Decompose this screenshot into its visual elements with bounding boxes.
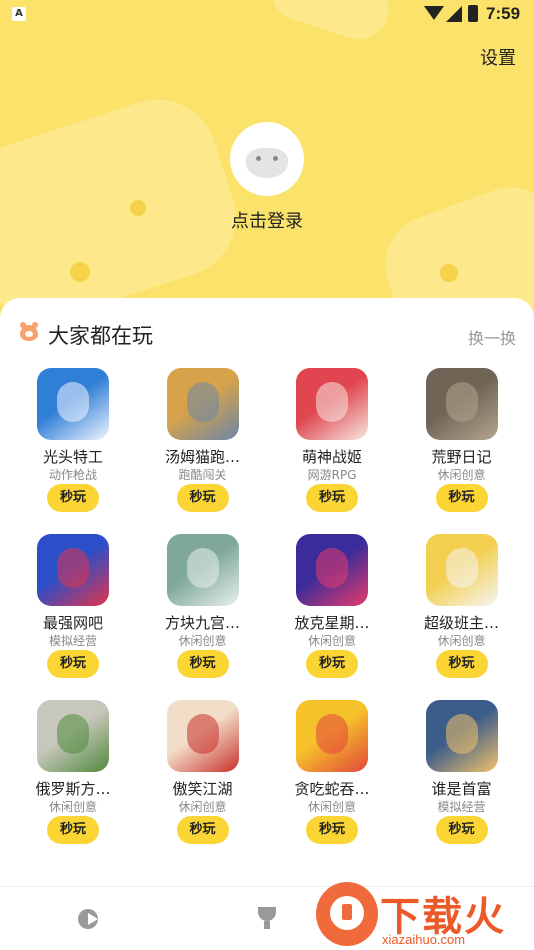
game-category: 休闲创意 (178, 800, 227, 814)
game-name[interactable]: 汤姆猫跑… (138, 446, 268, 467)
app-notification-icon: A (12, 7, 26, 21)
status-time: 7:59 (486, 4, 521, 23)
talking-tom-run-game-icon[interactable] (166, 368, 239, 440)
play-now-button[interactable]: 秒玩 (176, 816, 229, 844)
game-category: 休闲创意 (437, 468, 486, 482)
game-category: 动作枪战 (48, 468, 97, 482)
game-card[interactable]: 超级班主… 休闲创意秒玩 (397, 530, 527, 682)
wifi-icon (424, 6, 444, 20)
game-card[interactable]: 方块九宫… 休闲创意秒玩 (138, 530, 268, 682)
game-name[interactable]: 最强网吧 (8, 612, 138, 633)
richest-man-game-icon[interactable] (425, 700, 498, 772)
game-card[interactable]: 光头特工 动作枪战秒玩 (8, 364, 138, 516)
login-link[interactable]: 点击登录 (0, 207, 534, 233)
game-category: 休闲创意 (178, 634, 227, 648)
game-grid: 光头特工 动作枪战 秒玩 汤姆猫跑… 跑酷闯关 秒玩 萌神战姬 网游RPG 秒玩 荒野日记 休闲创意… (8, 364, 526, 848)
game-name[interactable]: 超级班主… (397, 612, 527, 633)
battery-icon (468, 5, 478, 22)
refresh-button[interactable]: 换一换 (468, 325, 516, 349)
game-category: 网游RPG (307, 468, 357, 482)
play-now-button[interactable]: 秒玩 (47, 650, 99, 678)
friday-funkin-game-icon[interactable] (296, 534, 368, 606)
snake-tower-game-icon[interactable] (296, 700, 368, 772)
play-now-button[interactable]: 秒玩 (435, 484, 488, 512)
game-category: 休闲创意 (48, 800, 97, 814)
game-name[interactable]: 谁是首富 (397, 778, 527, 799)
game-name[interactable]: 方块九宫… (138, 612, 268, 633)
game-name[interactable]: 光头特工 (8, 446, 138, 467)
game-category: 休闲创意 (307, 800, 356, 814)
play-now-button[interactable]: 秒玩 (306, 650, 358, 678)
game-category: 模拟经营 (437, 800, 486, 814)
game-card[interactable]: 荒野日记 休闲创意秒玩 (397, 364, 527, 516)
game-card[interactable]: 放克星期… 休闲创意秒玩 (267, 530, 397, 682)
game-name[interactable]: 荒野日记 (397, 446, 527, 467)
watermark-url: xiazaihuo.com (382, 932, 466, 947)
play-now-button[interactable]: 秒玩 (435, 816, 488, 844)
moe-goddess-game-icon[interactable] (296, 368, 368, 440)
avatar-face-icon (246, 148, 288, 178)
game-card[interactable]: 萌神战姬 网游RPG 秒玩 (267, 364, 397, 516)
play-now-button[interactable]: 秒玩 (47, 484, 99, 512)
play-now-button[interactable]: 秒玩 (176, 484, 229, 512)
wild-diary-game-icon[interactable] (425, 368, 498, 440)
game-card[interactable]: 贪吃蛇吞… 休闲创意秒玩 (267, 696, 397, 848)
game-category: 休闲创意 (437, 634, 486, 648)
game-category: 跑酷闯关 (178, 468, 227, 482)
game-category: 休闲创意 (307, 634, 356, 648)
flame-logo-icon (316, 882, 378, 946)
section-title: 大家都在玩 (48, 324, 153, 348)
game-card[interactable]: 傲笑江湖 休闲创意秒玩 (138, 696, 268, 848)
decor-dot (440, 264, 458, 282)
game-name[interactable]: 傲笑江湖 (138, 778, 268, 799)
game-category: 模拟经营 (48, 634, 97, 648)
game-card[interactable]: 俄罗斯方… 休闲创意秒玩 (8, 696, 138, 848)
game-name[interactable]: 俄罗斯方… (8, 778, 138, 799)
tab-ranking-icon[interactable] (258, 907, 276, 929)
tab-games-icon[interactable] (78, 909, 98, 929)
avatar[interactable] (230, 122, 304, 196)
game-card[interactable]: 最强网吧 模拟经营秒玩 (8, 530, 138, 682)
decor-dot (70, 262, 90, 282)
play-now-button[interactable]: 秒玩 (435, 650, 488, 678)
play-now-button[interactable]: 秒玩 (47, 816, 99, 844)
bald-agent-game-icon[interactable] (37, 368, 109, 440)
profile-header: A 7:59 设置 点击登录 (0, 0, 534, 330)
game-name[interactable]: 放克星期… (267, 612, 397, 633)
super-teacher-game-icon[interactable] (425, 534, 498, 606)
status-bar: A 7:59 (0, 0, 534, 28)
game-name[interactable]: 萌神战姬 (267, 446, 397, 467)
bear-icon (20, 322, 38, 341)
block-sudoku-game-icon[interactable] (166, 534, 239, 606)
game-card[interactable]: 汤姆猫跑… 跑酷闯关秒玩 (138, 364, 268, 516)
popular-games-panel: 大家都在玩 换一换 光头特工 动作枪战 秒玩 汤姆猫跑… 跑酷闯关 秒玩 萌神战姬 网游RPG… (0, 298, 534, 886)
signal-icon (446, 6, 462, 22)
watermark-logo: 下载火 xiazaihuo.com (316, 880, 534, 950)
wuxia-game-icon[interactable] (166, 700, 239, 772)
game-card[interactable]: 谁是首富 模拟经营秒玩 (397, 696, 527, 848)
play-now-button[interactable]: 秒玩 (176, 650, 229, 678)
tetris-game-icon[interactable] (37, 700, 109, 772)
settings-button[interactable]: 设置 (480, 44, 516, 70)
play-now-button[interactable]: 秒玩 (306, 484, 358, 512)
game-name[interactable]: 贪吃蛇吞… (267, 778, 397, 799)
internet-cafe-game-icon[interactable] (37, 534, 109, 606)
play-now-button[interactable]: 秒玩 (306, 816, 358, 844)
